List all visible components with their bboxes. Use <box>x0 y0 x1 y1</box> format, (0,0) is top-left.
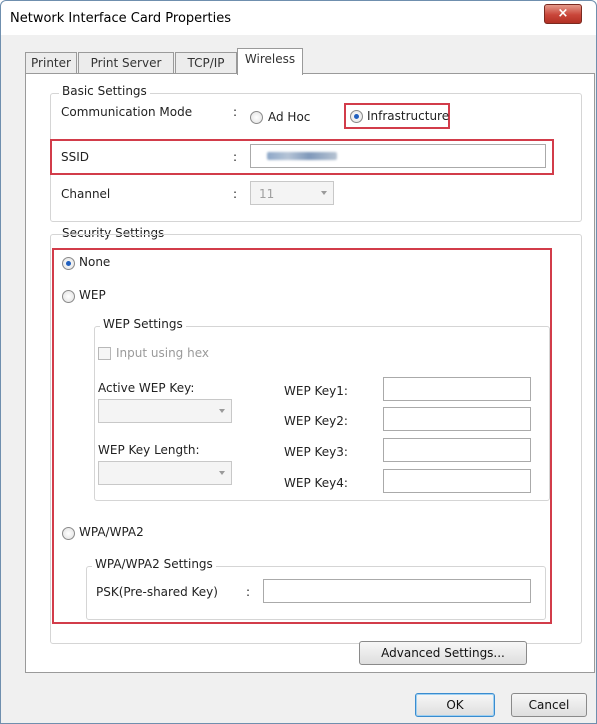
chevron-down-icon <box>321 191 327 195</box>
wep-key3-label: WEP Key3: <box>284 445 348 459</box>
security-wpa-label: WPA/WPA2 <box>79 525 144 539</box>
ssid-redacted-value <box>267 152 337 160</box>
wep-settings-label: WEP Settings <box>100 317 186 331</box>
channel-select[interactable]: 11 <box>250 181 334 205</box>
chevron-down-icon <box>219 471 225 475</box>
communication-mode-colon: : <box>233 105 238 119</box>
ssid-colon: : <box>233 150 238 164</box>
cancel-button[interactable]: Cancel <box>511 693 587 717</box>
wep-key2-input[interactable] <box>383 407 531 431</box>
wireless-panel: Basic Settings Communication Mode : Ad H… <box>25 73 595 673</box>
input-hex-checkbox[interactable] <box>98 347 111 360</box>
wep-key3-input[interactable] <box>383 438 531 462</box>
tab-print-server[interactable]: Print Server <box>78 52 174 74</box>
wep-key1-label: WEP Key1: <box>284 384 348 398</box>
input-hex-label: Input using hex <box>116 346 209 360</box>
wep-key1-input[interactable] <box>383 377 531 401</box>
dialog-window: Network Interface Card Properties × Prin… <box>0 0 597 724</box>
infrastructure-label: Infrastructure <box>367 109 450 123</box>
psk-colon: : <box>246 585 251 599</box>
communication-mode-label: Communication Mode <box>61 105 193 119</box>
wep-key-length-select[interactable] <box>98 461 232 485</box>
active-wep-key-label: Active WEP Key: <box>98 381 195 395</box>
advanced-settings-button[interactable]: Advanced Settings... <box>359 641 527 665</box>
psk-label: PSK(Pre-shared Key) <box>96 585 218 599</box>
window-title: Network Interface Card Properties <box>10 11 231 26</box>
security-none-radio[interactable] <box>62 257 75 270</box>
wep-key-length-label: WEP Key Length: <box>98 443 200 457</box>
security-wep-label: WEP <box>79 288 106 302</box>
ssid-input[interactable] <box>250 144 546 168</box>
active-wep-key-select[interactable] <box>98 399 232 423</box>
close-button[interactable]: × <box>544 4 582 24</box>
channel-label: Channel <box>61 187 111 201</box>
channel-colon: : <box>233 187 238 201</box>
title-bar: Network Interface Card Properties × <box>1 1 596 35</box>
chevron-down-icon <box>219 409 225 413</box>
adhoc-radio[interactable] <box>250 111 263 124</box>
security-wep-radio[interactable] <box>62 290 75 303</box>
channel-value: 11 <box>259 187 275 201</box>
tab-tcp-ip[interactable]: TCP/IP <box>175 52 237 74</box>
adhoc-label: Ad Hoc <box>268 110 311 124</box>
ssid-label: SSID <box>61 150 90 164</box>
basic-settings-label: Basic Settings <box>59 84 150 98</box>
wep-key4-input[interactable] <box>383 469 531 493</box>
tab-wireless[interactable]: Wireless <box>237 48 303 75</box>
ok-button[interactable]: OK <box>415 693 495 717</box>
security-none-label: None <box>79 255 111 269</box>
tab-printer[interactable]: Printer <box>25 52 77 74</box>
wpa-settings-label: WPA/WPA2 Settings <box>92 557 216 571</box>
psk-input[interactable] <box>263 579 531 603</box>
wep-key4-label: WEP Key4: <box>284 476 348 490</box>
infrastructure-radio[interactable] <box>350 110 363 123</box>
close-icon: × <box>557 6 569 21</box>
wep-key2-label: WEP Key2: <box>284 414 348 428</box>
security-wpa-radio[interactable] <box>62 527 75 540</box>
